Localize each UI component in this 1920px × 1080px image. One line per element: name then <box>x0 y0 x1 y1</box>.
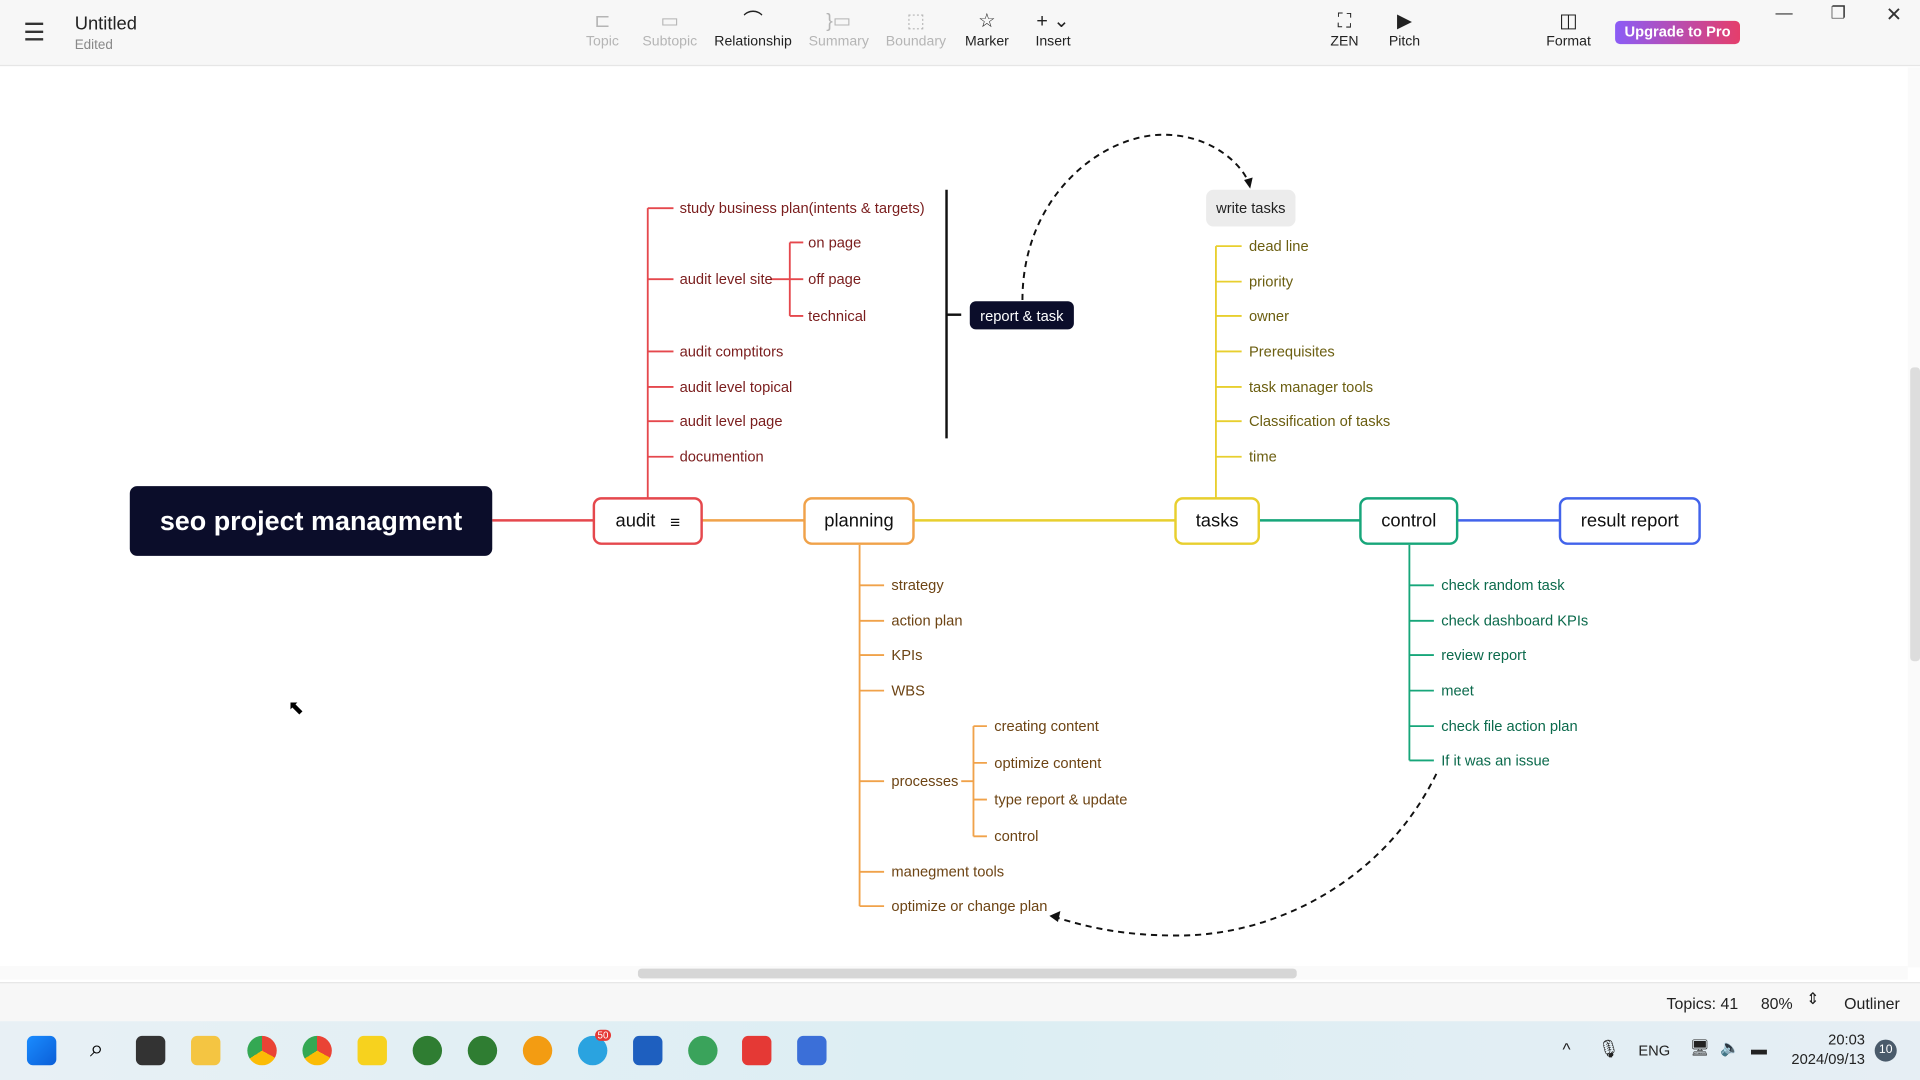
topic-control[interactable]: control <box>1359 497 1459 545</box>
subtopic[interactable]: study business plan(intents & targets) <box>680 200 925 217</box>
subtopic[interactable]: documention <box>680 448 764 465</box>
subtopic[interactable]: creating content <box>994 718 1099 735</box>
task-view-icon[interactable] <box>135 1035 166 1066</box>
subtopic[interactable]: optimize content <box>994 754 1101 771</box>
subtopic[interactable]: optimize or change plan <box>891 898 1047 915</box>
subtopic[interactable]: manegment tools <box>891 863 1004 880</box>
subtopic[interactable]: dead line <box>1249 238 1309 255</box>
horizontal-scroll-thumb[interactable] <box>637 968 1297 979</box>
app-window: ☰ Untitled Edited ⊏ Topic ▭ Subtopic ⌒ Rela… <box>0 0 1920 1080</box>
topic-report-task[interactable]: report & task <box>969 301 1074 330</box>
zoom-stepper-icon[interactable]: ⇕ <box>1806 989 1819 1009</box>
topic-write-tasks[interactable]: write tasks <box>1206 189 1296 227</box>
subtopic[interactable]: strategy <box>891 577 943 594</box>
vertical-scroll-thumb[interactable] <box>1910 367 1920 662</box>
subtopic[interactable]: Prerequisites <box>1249 343 1335 360</box>
clock-date[interactable]: 2024/09/13 <box>1791 1051 1865 1068</box>
subtopic[interactable]: type report & update <box>994 791 1127 808</box>
app-icon-3[interactable] <box>688 1035 718 1066</box>
topic-audit-label: audit <box>615 510 656 532</box>
vpn-icon[interactable] <box>522 1035 553 1066</box>
subtopic[interactable]: WBS <box>891 682 924 699</box>
file-explorer-icon[interactable] <box>191 1035 221 1066</box>
tray-overflow-icon[interactable]: ^ <box>1562 1040 1570 1060</box>
topic-planning[interactable]: planning <box>803 497 915 545</box>
start-icon[interactable] <box>26 1035 57 1066</box>
subtopic[interactable]: check dashboard KPIs <box>1441 612 1588 629</box>
topic-count: Topics: 41 <box>1666 994 1739 1013</box>
topic-tasks[interactable]: tasks <box>1174 497 1261 545</box>
subtopic[interactable]: Classification of tasks <box>1249 413 1390 430</box>
subtopic[interactable]: off page <box>808 271 861 288</box>
horizontal-scrollbar[interactable] <box>0 966 1908 980</box>
telegram-badge: 50 <box>595 1029 611 1041</box>
zoom-level[interactable]: 80% <box>1761 994 1793 1012</box>
chrome-icon[interactable] <box>302 1035 332 1066</box>
subtopic[interactable]: audit level page <box>680 413 783 430</box>
subtopic[interactable]: check random task <box>1441 577 1564 594</box>
root-topic[interactable]: seo project managment <box>129 486 493 556</box>
subtopic[interactable]: If it was an issue <box>1441 752 1550 769</box>
telegram-icon[interactable]: 50 <box>577 1029 611 1066</box>
media-player-icon[interactable] <box>633 1035 663 1066</box>
notification-badge[interactable]: 10 <box>1874 1039 1897 1062</box>
notes-icon[interactable]: ≡ <box>670 511 680 531</box>
sticky-notes-icon[interactable] <box>357 1035 387 1066</box>
xmind-icon[interactable] <box>742 1035 772 1066</box>
subtopic[interactable]: meet <box>1441 682 1474 699</box>
battery-icon[interactable]: ▬ <box>1751 1040 1767 1058</box>
microphone-icon[interactable]: 🎙 <box>1598 1038 1620 1059</box>
search-icon[interactable]: ⌕ <box>82 1036 111 1065</box>
subtopic[interactable]: task manager tools <box>1249 378 1373 395</box>
language-indicator[interactable]: ENG <box>1638 1042 1670 1059</box>
mouse-cursor: ⬉ <box>287 697 305 719</box>
subtopic[interactable]: audit comptitors <box>680 343 784 360</box>
subtopic[interactable]: audit level topical <box>680 378 793 395</box>
app-icon-2[interactable] <box>467 1035 498 1066</box>
clock-time[interactable]: 20:03 <box>1828 1031 1865 1048</box>
subtopic[interactable]: time <box>1249 448 1277 465</box>
subtopic[interactable]: control <box>994 828 1038 845</box>
subtopic[interactable]: audit level site <box>680 271 773 288</box>
subtopic[interactable]: check file action plan <box>1441 718 1577 735</box>
subtopic[interactable]: KPIs <box>891 647 922 664</box>
vertical-scrollbar[interactable] <box>1907 67 1920 968</box>
subtopic[interactable]: owner <box>1249 307 1289 324</box>
subtopic[interactable]: on page <box>808 234 861 251</box>
camera-icon[interactable] <box>797 1035 827 1066</box>
status-bar: Topics: 41 80% ⇕ Outliner <box>0 982 1920 1023</box>
network-icon[interactable]: 🖥 <box>1690 1038 1710 1058</box>
taskbar <box>0 1021 1920 1080</box>
outliner-button[interactable]: Outliner <box>1844 994 1900 1012</box>
subtopic[interactable]: action plan <box>891 612 962 629</box>
app-icon-1[interactable] <box>412 1035 443 1066</box>
volume-icon[interactable]: 🔈 <box>1720 1038 1740 1058</box>
subtopic[interactable]: technical <box>808 307 866 324</box>
subtopic[interactable]: processes <box>891 773 958 790</box>
chrome-dev-icon[interactable] <box>247 1035 277 1066</box>
topic-result-report[interactable]: result report <box>1558 497 1701 545</box>
topic-audit[interactable]: audit ≡ <box>592 497 703 545</box>
subtopic[interactable]: priority <box>1249 273 1293 290</box>
subtopic[interactable]: review report <box>1441 647 1526 664</box>
